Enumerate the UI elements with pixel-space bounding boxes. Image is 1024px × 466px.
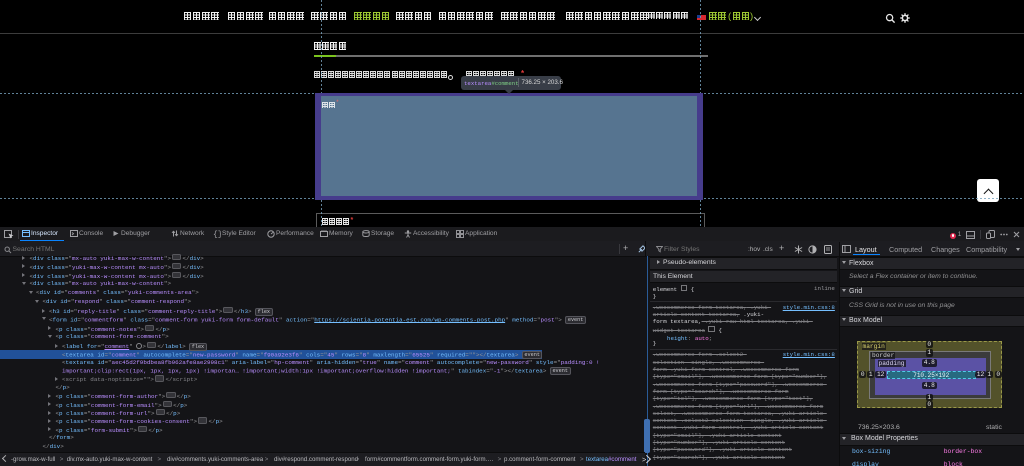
svg-text:{}: {} <box>213 231 221 239</box>
